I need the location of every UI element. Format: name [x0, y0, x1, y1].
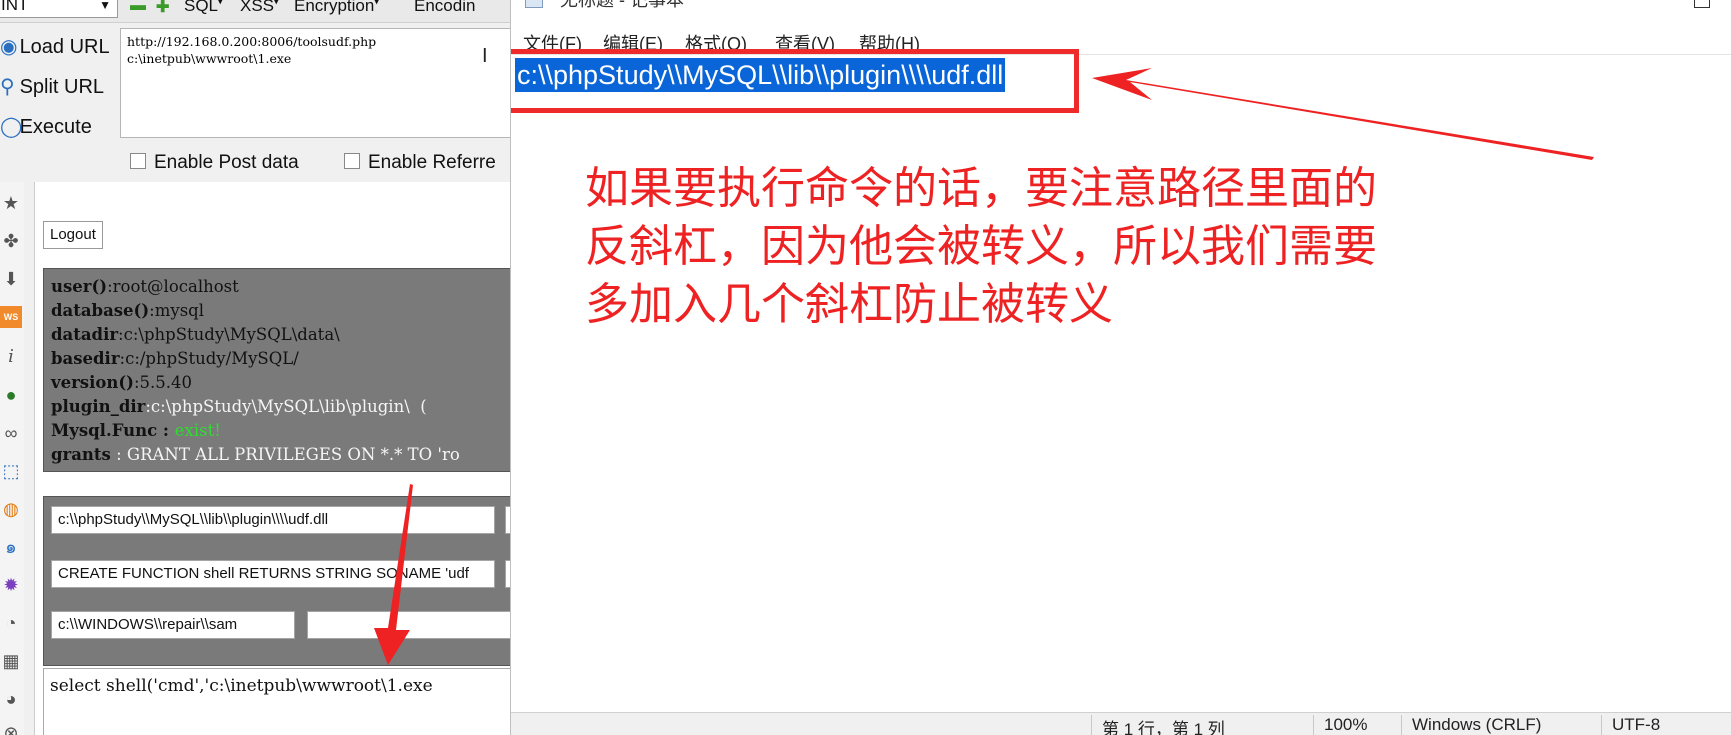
close-icon[interactable]: ⊗	[0, 722, 22, 735]
info-basedir-value: :c:/phpStudy/MySQL/	[119, 349, 299, 368]
notepad-title-bar: *无标题 - 记事本	[525, 0, 684, 10]
split-url-button[interactable]: ⚲ Split URL	[0, 74, 104, 99]
menu-encoding[interactable]: Encodin	[414, 0, 475, 16]
enable-post-label: Enable Post data	[154, 152, 299, 173]
enable-referrer-checkbox[interactable]: Enable Referre	[344, 152, 496, 174]
menu-sql[interactable]: SQL▾	[184, 0, 223, 16]
menu-encryption-label: Encryption	[294, 0, 375, 15]
notepad-title: *无标题 - 记事本	[553, 0, 685, 10]
info-user-key: user()	[51, 277, 108, 296]
status-line-ending: Windows (CRLF)	[1401, 715, 1541, 735]
info-version-key: version()	[51, 373, 134, 392]
swirl-icon[interactable]: ๑	[0, 536, 22, 558]
load-url-label: Load URL	[19, 36, 110, 58]
execute-button[interactable]: ◯ Execute	[0, 114, 92, 139]
split-url-label: Split URL	[19, 76, 105, 98]
menu-xss-label: XSS	[240, 0, 275, 15]
info-grants-key: grants	[51, 445, 111, 464]
load-url-icon: ◉	[0, 36, 18, 58]
status-position: 第 1 行，第 1 列	[1091, 715, 1225, 735]
info-plugin-value: :c:\phpStudy\MySQL\lib\plugin\ (	[145, 397, 427, 416]
menu-sql-label: SQL	[184, 0, 219, 15]
text-cursor-icon: I	[482, 46, 488, 68]
palette-icon[interactable]: ◔	[0, 612, 22, 634]
info-func-separator: :	[157, 421, 175, 440]
status-encoding: UTF-8	[1601, 715, 1660, 735]
annotation-line: 如果要执行命令的话，要注意路径里面的	[585, 163, 1377, 214]
annotation-line: 多加入几个斜杠防止被转义	[585, 279, 1113, 330]
chevron-down-icon: ▼	[99, 0, 111, 12]
info-icon[interactable]: i	[0, 346, 22, 368]
info-user-value: :root@localhost	[107, 277, 239, 296]
notepad-statusbar: 第 1 行，第 1 列 100% Windows (CRLF) UTF-8	[511, 712, 1731, 735]
browser-window: INT ▼ ▬ ✚ SQL▾ XSS▾ Encryption▾ Encodin …	[0, 0, 512, 735]
selected-text[interactable]: c:\\phpStudy\\MySQL\\lib\\plugin\\\\udf.…	[515, 58, 1006, 92]
info-func-value: exist!	[174, 421, 221, 440]
sam-path-field[interactable]: c:\\WINDOWS\\repair\\sam	[51, 611, 295, 639]
minus-icon[interactable]: ▬	[130, 0, 146, 15]
notepad-editor[interactable]: c:\\phpStudy\\MySQL\\lib\\plugin\\\\udf.…	[511, 49, 1731, 715]
ws-icon[interactable]: WS	[0, 306, 22, 328]
maximize-button[interactable]	[1694, 0, 1710, 8]
download-icon[interactable]: ⬇	[0, 268, 22, 290]
grid-icon[interactable]: ▦	[0, 650, 22, 672]
split-url-icon: ⚲	[0, 76, 15, 98]
enable-post-checkbox[interactable]: Enable Post data	[130, 152, 299, 174]
sql-command-textarea[interactable]: select shell('cmd','c:\inetpub\wwwroot\1…	[43, 668, 512, 735]
addon-sidebar: ★ ✤ ⬇ WS i ● ∞ ⬚ ◍ ๑ ✹ ◔ ▦ ◕ ⊗	[0, 182, 24, 735]
plus-icon[interactable]: ✚	[156, 0, 169, 17]
checkbox-box	[344, 153, 360, 169]
link-icon[interactable]: ∞	[0, 422, 22, 444]
menu-xss[interactable]: XSS▾	[240, 0, 279, 16]
puzzle-icon[interactable]: ✤	[0, 230, 22, 252]
menu-encoding-label: Encodin	[414, 0, 476, 15]
create-function-field[interactable]: CREATE FUNCTION shell RETURNS STRING SON…	[51, 560, 495, 588]
info-func-key: Mysql.Func	[51, 421, 158, 440]
url-textarea[interactable]: http://192.168.0.200:8006/toolsudf.php c…	[120, 28, 512, 138]
info-grants-value: : GRANT ALL PRIVILEGES ON *.* TO 'ro	[110, 445, 460, 464]
injection-type-value: INT	[1, 0, 29, 14]
read-file-output-field[interactable]	[307, 611, 512, 639]
execute-label: Execute	[19, 116, 92, 138]
annotation-text: 如果要执行命令的话，要注意路径里面的 反斜杠，因为他会被转义，所以我们需要 多加…	[585, 160, 1485, 334]
hackbar-toolbar: INT ▼ ▬ ✚ SQL▾ XSS▾ Encryption▾ Encodin	[0, 0, 512, 23]
gear-icon[interactable]: ✹	[0, 574, 22, 596]
load-url-button[interactable]: ◉ Load URL	[0, 34, 110, 59]
logout-button[interactable]: Logout	[43, 221, 103, 249]
cursor-icon[interactable]: ⬚	[0, 460, 22, 482]
info-database-value: :mysql	[149, 301, 205, 320]
udf-path-field[interactable]: c:\\phpStudy\\MySQL\\lib\\plugin\\\\udf.…	[51, 506, 495, 534]
injection-type-select[interactable]: INT ▼	[0, 0, 118, 18]
info-database-key: database()	[51, 301, 150, 320]
info-datadir-key: datadir	[51, 325, 119, 344]
info-basedir-key: basedir	[51, 349, 120, 368]
execute-icon: ◯	[0, 116, 23, 138]
firefox-icon[interactable]: ◍	[0, 498, 22, 520]
info-version-value: :5.5.40	[133, 373, 192, 392]
info-plugin-key: plugin_dir	[51, 397, 146, 416]
checkbox-box	[130, 153, 146, 169]
notepad-window: *无标题 - 记事本 文件(F) 编辑(E) 格式(O) 查看(V) 帮助(H)…	[510, 0, 1731, 735]
info-datadir-value: :c:\phpStudy\MySQL\data\	[118, 325, 340, 344]
globe2-icon[interactable]: ◕	[0, 688, 22, 710]
notepad-icon	[525, 0, 543, 8]
annotation-line: 反斜杠，因为他会被转义，所以我们需要	[585, 221, 1377, 272]
star-icon[interactable]: ★	[0, 192, 22, 214]
status-zoom: 100%	[1313, 715, 1367, 735]
globe-icon[interactable]: ●	[0, 384, 22, 406]
enable-referrer-label: Enable Referre	[368, 152, 496, 173]
menu-encryption[interactable]: Encryption▾	[294, 0, 379, 16]
server-info-panel: user():root@localhost database():mysql d…	[43, 268, 512, 472]
